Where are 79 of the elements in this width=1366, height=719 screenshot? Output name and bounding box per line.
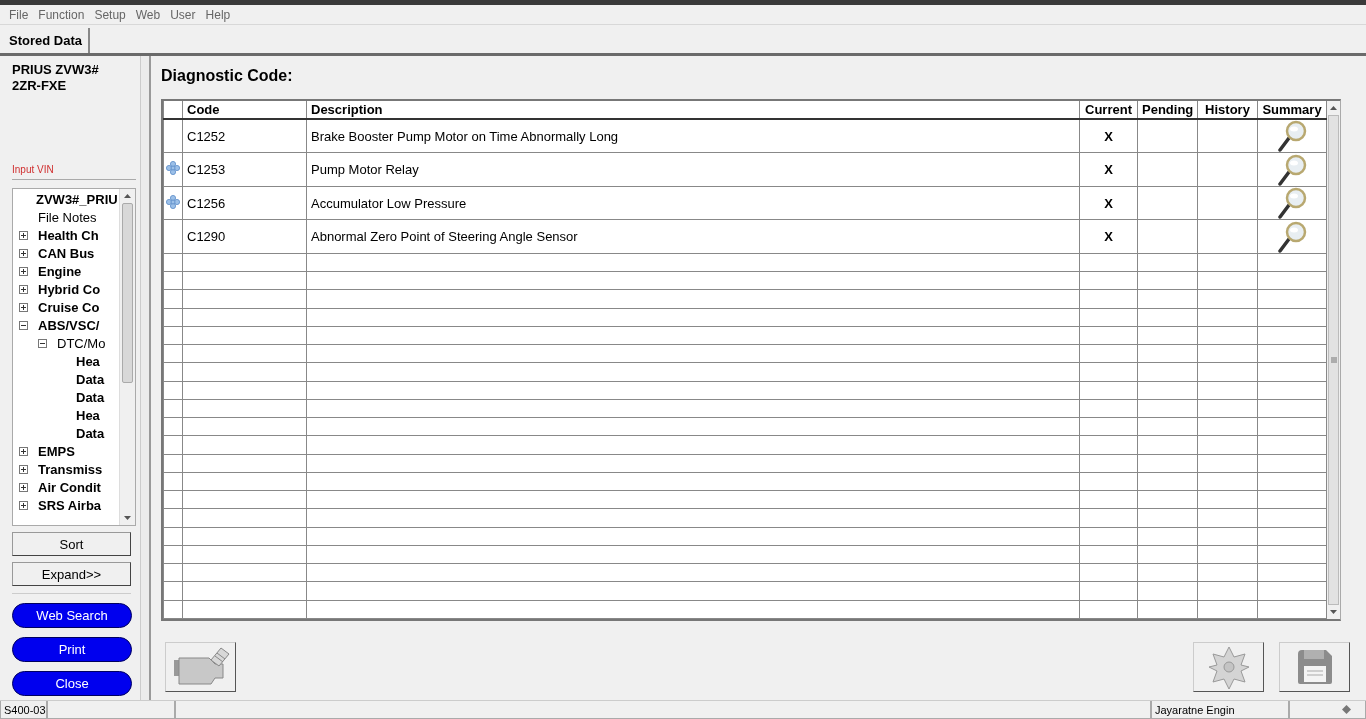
- column-header[interactable]: Code: [182, 101, 307, 119]
- tree-item[interactable]: CAN Bus: [38, 245, 95, 261]
- snowflake-button[interactable]: [1193, 642, 1264, 692]
- tree-item[interactable]: Air Condit: [38, 479, 101, 495]
- tree-item[interactable]: DTC/Mo: [57, 335, 106, 351]
- table-cell: C1256: [182, 186, 307, 220]
- action-button[interactable]: Close: [12, 671, 132, 696]
- diamond-icon: [1342, 705, 1351, 714]
- action-button[interactable]: Web Search: [12, 603, 132, 628]
- tree-item[interactable]: Data: [76, 371, 105, 387]
- column-header[interactable]: Current: [1079, 101, 1138, 119]
- tree-item[interactable]: Data: [76, 389, 105, 405]
- tree-item[interactable]: Cruise Co: [38, 299, 100, 315]
- tree-item[interactable]: SRS Airba: [38, 497, 102, 513]
- magnifier-icon[interactable]: [1277, 220, 1307, 253]
- table-cell: C1253: [182, 152, 307, 187]
- magnifier-icon[interactable]: [1277, 120, 1307, 153]
- menu-item[interactable]: User: [165, 7, 201, 22]
- table-cell: X: [1079, 186, 1138, 220]
- collapse-icon[interactable]: [38, 338, 47, 348]
- vehicle-model: PRIUS ZVW3#: [12, 62, 100, 78]
- tree-item[interactable]: Hybrid Co: [38, 281, 101, 297]
- column-header[interactable]: Pending: [1137, 101, 1198, 119]
- save-button[interactable]: [1279, 642, 1350, 692]
- expand-icon[interactable]: [19, 446, 28, 456]
- menu-item[interactable]: Setup: [89, 7, 131, 22]
- table-cell: C1252: [182, 119, 307, 153]
- tree-item[interactable]: Transmiss: [38, 461, 103, 477]
- engine-code: 2ZR-FXE: [12, 78, 68, 94]
- table-cell: Abnormal Zero Point of Steering Angle Sensor: [306, 219, 1080, 254]
- scroll-down-icon[interactable]: [124, 516, 131, 520]
- tree-item[interactable]: ZVW3#_PRIU: [36, 191, 118, 207]
- tree-item[interactable]: Engine: [38, 263, 82, 279]
- magnifier-icon[interactable]: [1277, 153, 1307, 186]
- grip-icon[interactable]: [1330, 357, 1337, 363]
- expand-icon[interactable]: [19, 248, 28, 258]
- table-cell: Accumulator Low Pressure: [306, 186, 1080, 220]
- expand-icon[interactable]: [19, 482, 28, 492]
- scrollbar[interactable]: [119, 189, 135, 525]
- scroll-up-icon[interactable]: [124, 194, 131, 198]
- scroll-down-icon[interactable]: [1330, 610, 1337, 614]
- tree-item[interactable]: Hea: [76, 353, 100, 369]
- tree-item[interactable]: Data: [76, 425, 105, 441]
- status-user: Jayaratne Engin: [1151, 701, 1289, 719]
- menu-item[interactable]: Help: [200, 7, 236, 22]
- scroll-up-icon[interactable]: [1330, 106, 1337, 110]
- menu-item[interactable]: Web: [130, 7, 166, 22]
- tree-item[interactable]: EMPS: [38, 443, 75, 459]
- collapse-icon[interactable]: [19, 320, 28, 330]
- tree-item[interactable]: Health Ch: [38, 227, 99, 243]
- table-cell: X: [1079, 119, 1138, 153]
- expand-icon[interactable]: [19, 464, 28, 474]
- expand-icon[interactable]: [19, 284, 28, 294]
- column-header[interactable]: Description: [306, 101, 1080, 119]
- menu-item[interactable]: Function: [33, 7, 90, 22]
- table-cell: Pump Motor Relay: [306, 152, 1080, 187]
- scrollbar[interactable]: [1327, 101, 1340, 619]
- table-cell: X: [1079, 219, 1138, 254]
- status-code: S400-03: [0, 701, 47, 719]
- expand-icon[interactable]: [19, 302, 28, 312]
- table-cell: Brake Booster Pump Motor on Time Abnormally Long: [306, 119, 1080, 153]
- expand-icon[interactable]: [19, 230, 28, 240]
- tree-item[interactable]: ABS/VSC/: [38, 317, 100, 333]
- side-button[interactable]: Sort: [12, 532, 131, 556]
- input-vin-link[interactable]: Input VIN: [12, 164, 136, 180]
- tree-item[interactable]: Hea: [76, 407, 100, 423]
- table-cell: X: [1079, 152, 1138, 187]
- table-cell: C1290: [182, 219, 307, 254]
- column-header[interactable]: History: [1197, 101, 1258, 119]
- menu-item[interactable]: File: [4, 7, 34, 22]
- action-button[interactable]: Print: [12, 637, 132, 662]
- section-title: Diagnostic Code:: [161, 67, 294, 86]
- tree-item[interactable]: File Notes: [38, 209, 97, 225]
- expand-icon[interactable]: [19, 500, 28, 510]
- expand-icon[interactable]: [19, 266, 28, 276]
- column-header[interactable]: Summary: [1257, 101, 1327, 119]
- magnifier-icon[interactable]: [1277, 187, 1307, 220]
- engine-check-button[interactable]: [165, 642, 236, 692]
- side-button[interactable]: Expand>>: [12, 562, 131, 586]
